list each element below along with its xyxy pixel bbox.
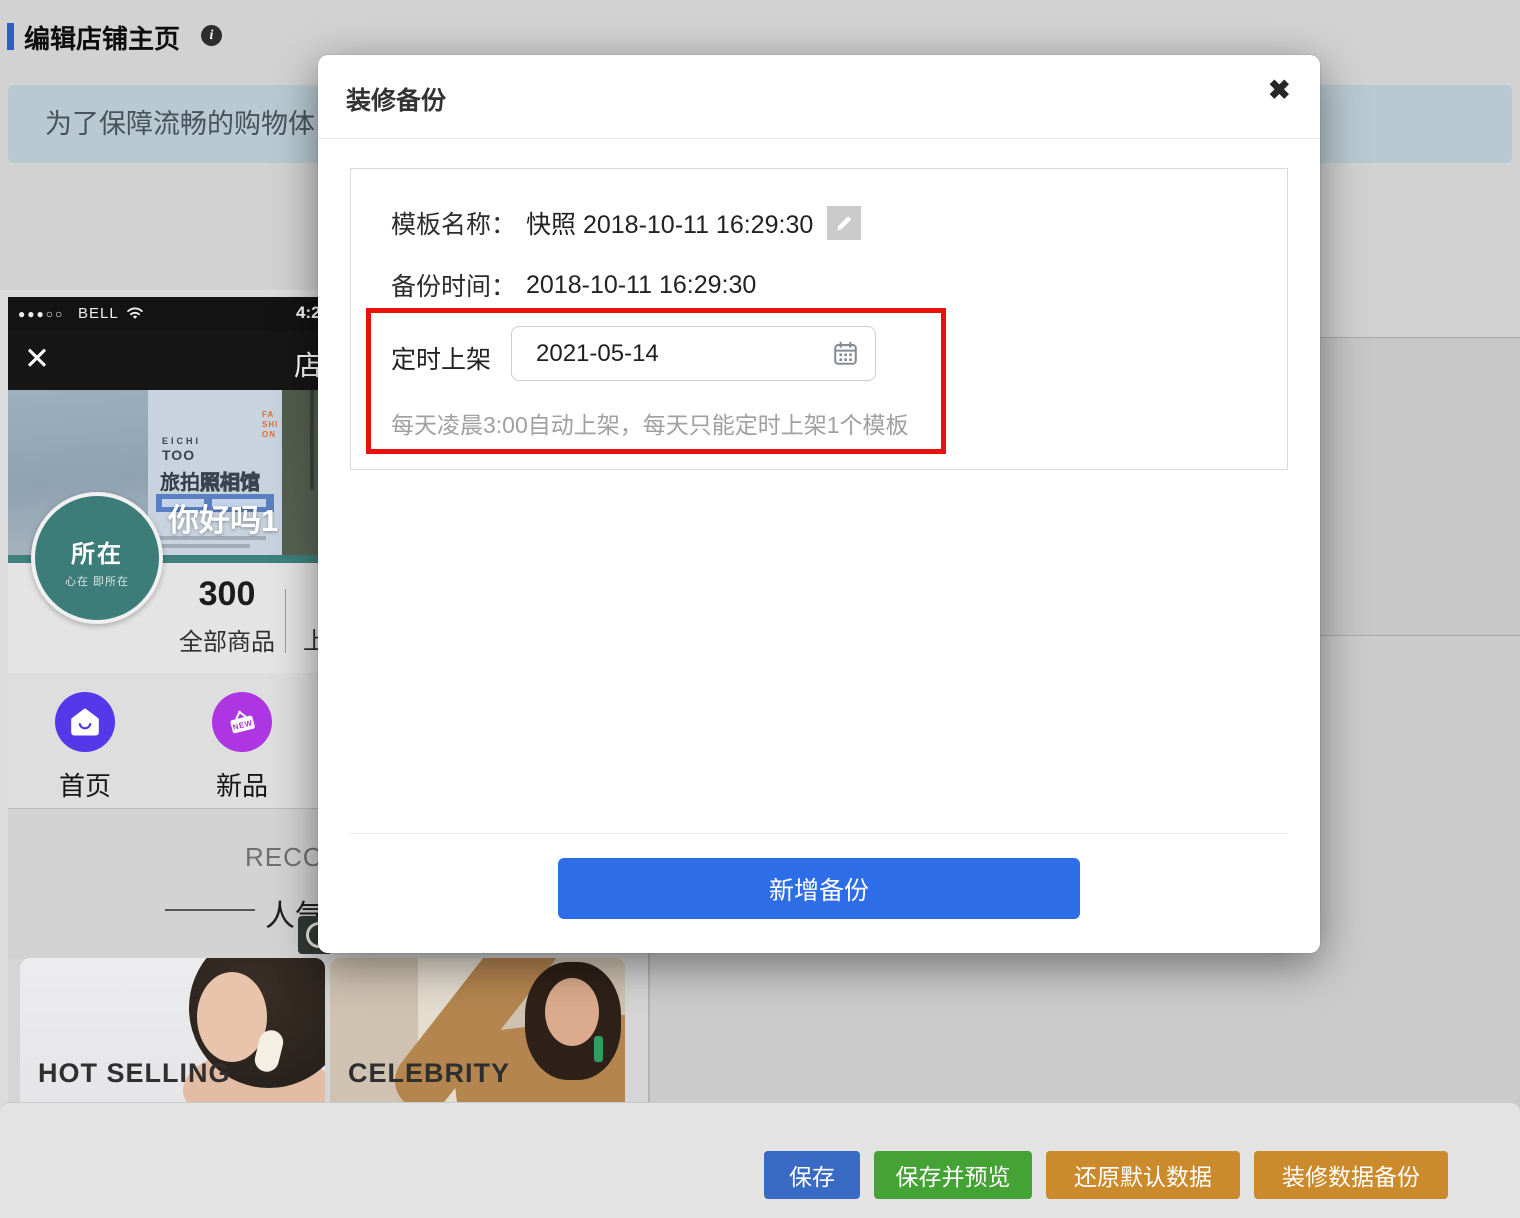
product-card-celebrity[interactable]: CELEBRITY (330, 958, 625, 1110)
modal-title: 装修备份 (346, 81, 446, 117)
add-backup-button[interactable]: 新增备份 (558, 858, 1080, 919)
nav-item-home[interactable]: 首页 (55, 692, 115, 803)
modal-header-divider (318, 138, 1320, 139)
new-products-icon: NEW (212, 692, 272, 752)
restore-default-data-button[interactable]: 还原默认数据 (1046, 1151, 1240, 1199)
decoration-backup-modal: 装修备份 ✖ 模板名称： 快照 2018-10-11 16:29:30 备份时间… (318, 55, 1320, 953)
save-button[interactable]: 保存 (764, 1151, 860, 1199)
modal-footer-divider (350, 833, 1288, 834)
nav-item-new[interactable]: NEW 新品 (212, 692, 272, 803)
modal-close-icon[interactable]: ✖ (1268, 75, 1291, 106)
all-products-stat[interactable]: 300 全部商品 (162, 575, 292, 657)
footer-buttons: 保存 保存并预览 还原默认数据 装修数据备份 (764, 1151, 1448, 1199)
banner-headline: 旅拍照相馆 (160, 466, 260, 495)
backup-info-box: 模板名称： 快照 2018-10-11 16:29:30 备份时间： 2018-… (350, 168, 1288, 470)
footer-action-bar: 保存 保存并预览 还原默认数据 装修数据备份 (0, 1102, 1520, 1218)
schedule-hint: 每天凌晨3:00自动上架，每天只能定时上架1个模板 (391, 406, 909, 440)
page-title: 编辑店铺主页 (24, 19, 180, 56)
signal-dots-icon: ●●●○○ (18, 307, 64, 321)
info-icon[interactable]: i (201, 25, 222, 46)
product-card-hot-selling[interactable]: HOT SELLING (20, 958, 325, 1110)
template-name-label: 模板名称： (391, 205, 516, 241)
banner-caption-line (158, 544, 250, 548)
banner-overlay-title: 你好吗1 (168, 495, 278, 540)
edit-template-name-button[interactable] (827, 206, 861, 240)
decoration-data-backup-button[interactable]: 装修数据备份 (1254, 1151, 1448, 1199)
all-products-label: 全部商品 (162, 622, 292, 657)
header-accent-bar (7, 23, 14, 50)
schedule-highlight-zone: 定时上架 (366, 308, 946, 454)
template-name-value: 快照 2018-10-11 16:29:30 (526, 205, 813, 241)
fashion-vertical-label: FASHION (262, 410, 280, 440)
schedule-date-field (511, 326, 876, 381)
preview-close-icon: ✕ (24, 341, 50, 377)
brand-name-small: EICHI (162, 436, 201, 446)
shop-logo-slogan: 心在 即所在 (35, 573, 159, 589)
home-icon (55, 692, 115, 752)
backup-time-label: 备份时间： (391, 267, 516, 303)
page: 编辑店铺主页 i 为了保障流畅的购物体 ●●●○○ BELL 4:21 ✕ (0, 0, 1520, 1218)
wifi-icon (124, 304, 146, 326)
calendar-icon[interactable] (831, 339, 860, 368)
schedule-date-input[interactable] (511, 326, 876, 381)
card-label-hot-selling: HOT SELLING (38, 1058, 231, 1089)
shop-logo[interactable]: 所在 心在 即所在 (31, 492, 163, 624)
backup-time-value: 2018-10-11 16:29:30 (526, 271, 756, 300)
card-label-celebrity: CELEBRITY (348, 1058, 510, 1089)
save-and-preview-button[interactable]: 保存并预览 (874, 1151, 1032, 1199)
nav-item-new-label: 新品 (212, 766, 272, 803)
model-earring-art (594, 1036, 603, 1062)
model-face-art (545, 978, 599, 1046)
recommend-rule-line (165, 909, 255, 911)
stats-divider (285, 589, 286, 653)
carrier-label: BELL (78, 305, 119, 322)
shop-logo-text: 所在 (35, 534, 159, 569)
all-products-count: 300 (162, 575, 292, 614)
template-name-row: 模板名称： 快照 2018-10-11 16:29:30 (391, 205, 861, 241)
schedule-label: 定时上架 (391, 340, 491, 376)
brand-name-big: TOO (162, 447, 195, 463)
backup-time-row: 备份时间： 2018-10-11 16:29:30 (391, 267, 756, 303)
nav-item-home-label: 首页 (55, 766, 115, 803)
